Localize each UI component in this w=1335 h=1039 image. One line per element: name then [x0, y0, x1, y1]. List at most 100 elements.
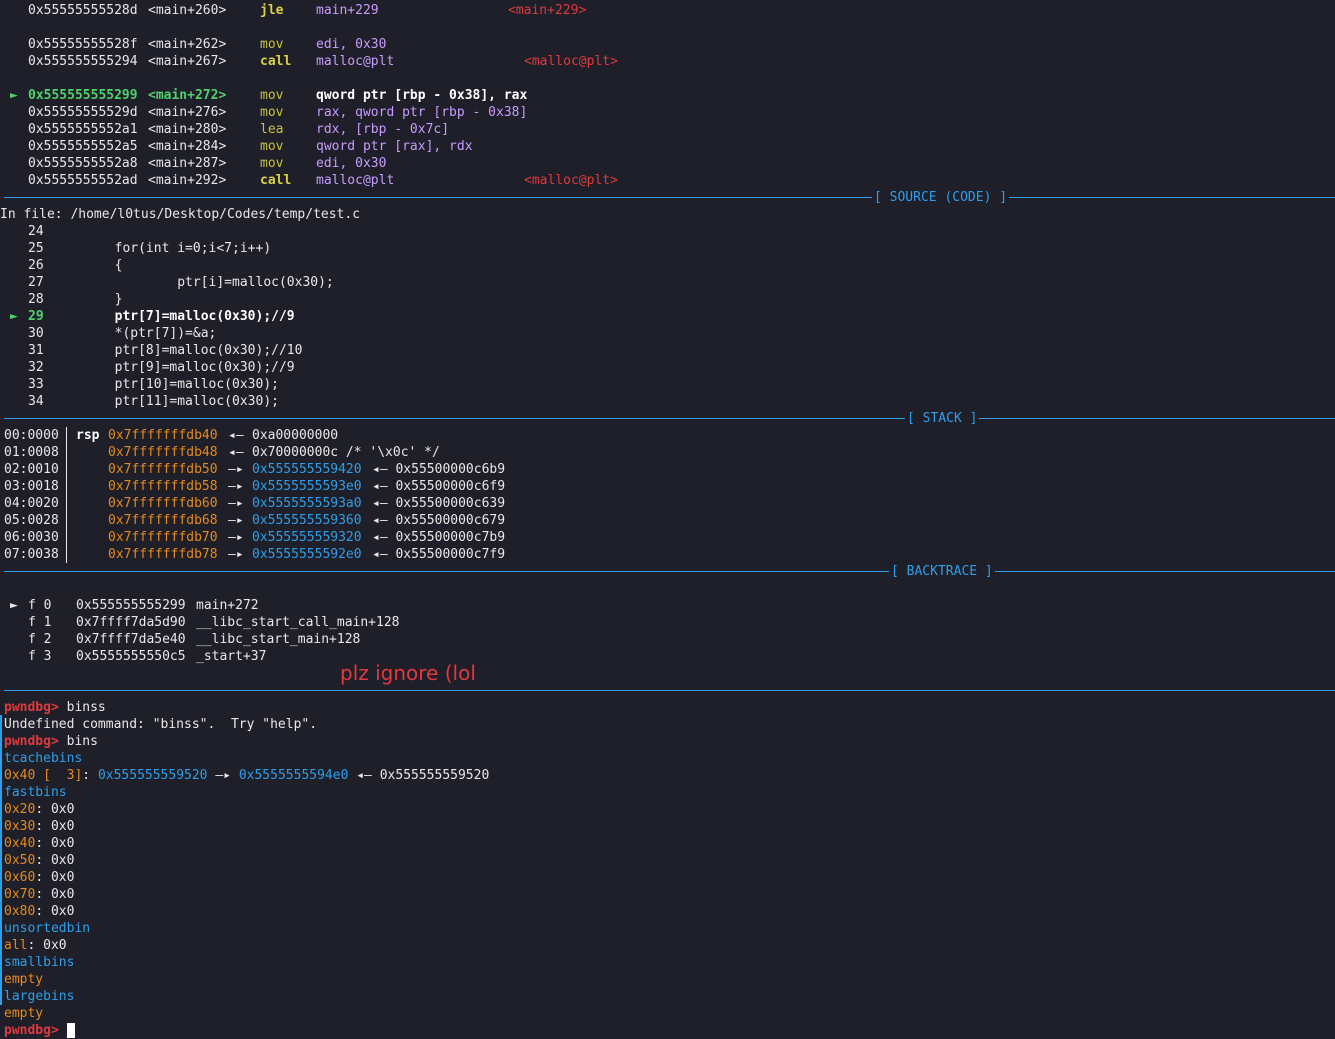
instruction-operands: qword ptr [rax], rdx [316, 139, 473, 154]
fastbin-size: 0x70 [4, 887, 36, 902]
stack-address: 0x7fffffffdb70 [108, 530, 218, 545]
source-line: 31 ptr[8]=malloc(0x30);//10 [0, 342, 1335, 359]
stack-row: 06:0030 0x7fffffffdb70 —▸ 0x555555559320 ◂— … [0, 529, 1335, 546]
stack-divider [66, 427, 67, 444]
smallbins-label: smallbins [4, 955, 75, 970]
arrow-icon: —▸ [215, 768, 231, 783]
source-line: 32 ptr[9]=malloc(0x30);//9 [0, 359, 1335, 376]
tcache-entry: 0x40 [ 3]: 0x555555559520 —▸ 0x555555559… [0, 767, 1335, 784]
console-input-line[interactable]: pwndbg> [0, 1022, 1335, 1039]
console-line: pwndbg> bins [0, 733, 1335, 750]
instruction-operands: rax, qword ptr [rbp - 0x38] [316, 105, 528, 120]
prompt: pwndbg> [4, 734, 59, 749]
error-message: Undefined command: "binss". Try "help". [4, 717, 318, 732]
tcache-ptr: 0x5555555594e0 [238, 768, 349, 783]
stack-index: 04:0020 [4, 496, 59, 511]
stack-index: 01:0008 [4, 445, 59, 460]
fastbin-entry: 0x30: 0x0 [0, 818, 1335, 835]
text-cursor[interactable] [66, 1023, 75, 1038]
unsorted-key: all [4, 938, 28, 953]
stack-row: 05:0028 0x7fffffffdb68 —▸ 0x555555559360 ◂— … [0, 512, 1335, 529]
stack-index: 02:0010 [4, 462, 59, 477]
stack-panel: 00:0000 rsp 0x7fffffffdb40 ◂— 0xa00000000 01:… [0, 427, 1335, 563]
stack-address: 0x7fffffffdb58 [108, 479, 218, 494]
source-code: { [52, 258, 123, 273]
source-code: *(ptr[7])=&a; [52, 326, 217, 341]
disasm-row: 0x5555555552a5 <main+284> mov qword ptr [ra… [0, 138, 1335, 155]
instruction-mnemonic: call [260, 54, 292, 69]
smallbins-value: empty [4, 972, 44, 987]
source-line: 28 } [0, 291, 1335, 308]
fastbin-sep: : [35, 819, 51, 834]
disasm-row: 0x555555555294 <main+267> call malloc@plt <m… [0, 53, 1335, 70]
instruction-mnemonic: mov [260, 156, 284, 171]
frame-address: 0x7ffff7da5e40 [76, 632, 186, 647]
fastbin-entry: 0x50: 0x0 [0, 852, 1335, 869]
stack-divider [66, 461, 67, 478]
stack-deref: ◂— 0x55500000c639 [372, 496, 506, 511]
stack-row: 01:0008 0x7fffffffdb48 ◂— 0x70000000c /* '\… [0, 444, 1335, 461]
arrow-icon: ◂— [228, 428, 244, 443]
arrow-icon: —▸ [228, 496, 244, 511]
stack-value: 0x5555555593a0 [252, 496, 362, 511]
tcache-size: 0x40 [ 3] [4, 768, 83, 783]
line-number: 34 [28, 394, 44, 409]
disasm-row: ► 0x555555555299 <main+272> mov qword ptr [r… [0, 87, 1335, 104]
stack-address: 0x7fffffffdb68 [108, 513, 218, 528]
instruction-offset: <main+287> [148, 156, 227, 171]
instruction-operands: malloc@plt [316, 173, 395, 188]
stack-register: rsp [76, 428, 100, 443]
unsortedbin-label: unsortedbin [4, 921, 91, 936]
fastbin-value: 0x0 [50, 904, 75, 919]
current-line-marker: ► [10, 309, 18, 324]
frame-symbol: _start+37 [196, 649, 267, 664]
instruction-operands: rdx, [rbp - 0x7c] [316, 122, 450, 137]
frame-number: f 2 [28, 632, 52, 647]
stack-deref: ◂— 0x55500000c7f9 [372, 547, 506, 562]
instruction-address: 0x55555555528f [28, 37, 138, 52]
source-code: ptr[9]=malloc(0x30);//9 [52, 360, 295, 375]
stack-row: 07:0038 0x7fffffffdb78 —▸ 0x5555555592e0 ◂— … [0, 546, 1335, 563]
line-number: 32 [28, 360, 44, 375]
stack-address: 0x7fffffffdb60 [108, 496, 218, 511]
fastbin-size: 0x20 [4, 802, 36, 817]
source-line: 27 ptr[i]=malloc(0x30); [0, 274, 1335, 291]
instruction-operands: qword ptr [rbp - 0x38], rax [316, 88, 528, 103]
terminal[interactable]: 0x55555555528d <main+260> jle main+229 <main… [0, 2, 1335, 1039]
instruction-address: 0x5555555552a1 [28, 122, 138, 137]
instruction-mnemonic: mov [260, 105, 284, 120]
tcache-colon: : [82, 768, 91, 783]
instruction-mnemonic: mov [260, 37, 284, 52]
tcache-tail: ◂— 0x555555559520 [356, 768, 490, 783]
source-file-path: In file: /home/l0tus/Desktop/Codes/temp/… [0, 207, 361, 222]
stack-divider [66, 512, 67, 529]
fastbin-entry: 0x70: 0x0 [0, 886, 1335, 903]
fastbin-entry: 0x60: 0x0 [0, 869, 1335, 886]
instruction-annotation: <main+229> [508, 3, 587, 18]
disasm-row: 0x5555555552ad <main+292> call malloc@plt <m… [0, 172, 1335, 189]
frame-address: 0x555555555299 [76, 598, 186, 613]
line-number: 28 [28, 292, 44, 307]
instruction-operands: edi, 0x30 [316, 37, 387, 52]
source-panel: 24 25 for(int i=0;i<7;i++) 26 {27 ptr[i]=m… [0, 223, 1335, 410]
fastbin-value: 0x0 [50, 870, 75, 885]
instruction-mnemonic: jle [260, 3, 284, 18]
fastbin-entry: 0x20: 0x0 [0, 801, 1335, 818]
instruction-offset: <main+276> [148, 105, 227, 120]
fastbin-entry: 0x40: 0x0 [0, 835, 1335, 852]
disasm-row [0, 70, 1335, 87]
fastbin-value: 0x0 [50, 887, 75, 902]
stack-divider [66, 546, 67, 563]
instruction-address: 0x55555555528d [28, 3, 138, 18]
backtrace-frame: f 2 0x7ffff7da5e40 __libc_start_main+128 [0, 631, 1335, 648]
arrow-icon: ◂— [228, 445, 244, 460]
fastbin-sep: : [35, 887, 51, 902]
stack-index: 03:0018 [4, 479, 59, 494]
stack-value: 0x5555555592e0 [252, 547, 362, 562]
stack-divider [66, 444, 67, 461]
fastbin-sep: : [35, 853, 51, 868]
disasm-row: 0x5555555552a1 <main+280> lea rdx, [rbp - 0… [0, 121, 1335, 138]
backtrace-header: [ BACKTRACE ] [889, 563, 995, 580]
source-code: ptr[8]=malloc(0x30);//10 [52, 343, 303, 358]
stack-row: 02:0010 0x7fffffffdb50 —▸ 0x555555559420 ◂— … [0, 461, 1335, 478]
